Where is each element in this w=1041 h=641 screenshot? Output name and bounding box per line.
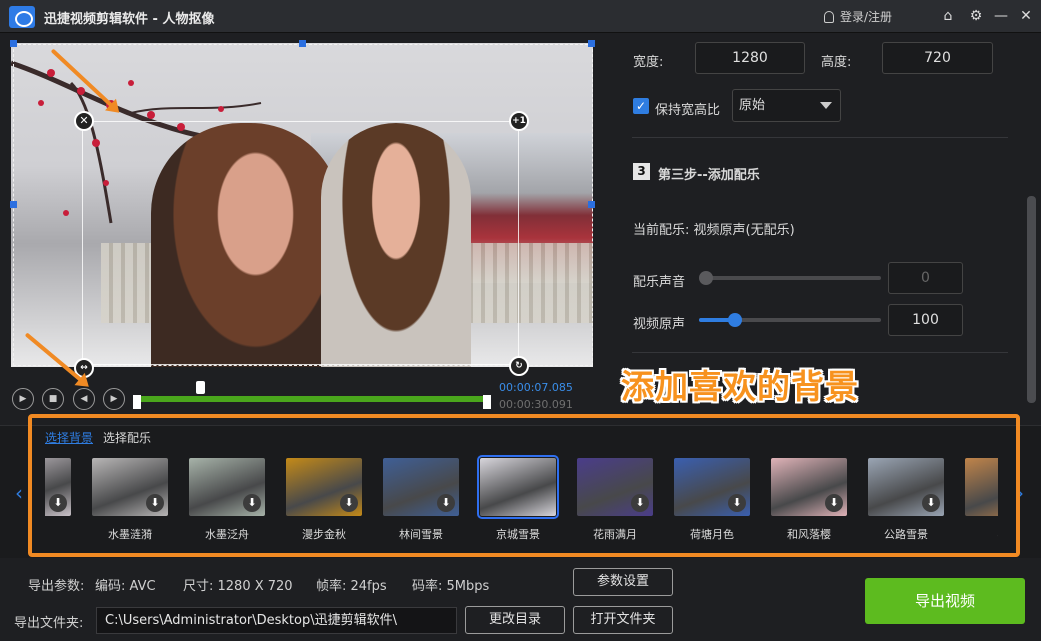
height-input[interactable]: 720 [882,42,993,74]
export-video-button[interactable]: 导出视频 [865,578,1025,624]
duplicate-layer-icon[interactable]: +1 [509,111,529,131]
export-params-label: 导出参数: [28,579,85,594]
resize-handle[interactable] [299,40,306,47]
current-time: 00:00:07.085 [499,381,573,394]
video-volume-knob[interactable] [728,313,743,327]
width-input[interactable]: 1280 [695,42,805,74]
trim-start-handle[interactable] [133,395,141,409]
music-volume-label: 配乐声音 [633,275,686,290]
remove-layer-icon[interactable]: ✕ [74,111,94,131]
title-bar: 迅捷视频剪辑软件 - 人物抠像 登录/注册 ⌂ ⚙ — ✕ [0,0,1041,33]
resize-handle[interactable] [10,201,17,208]
change-directory-button[interactable]: 更改目录 [465,606,565,634]
playhead[interactable] [196,381,205,394]
export-folder-label: 导出文件夹: [14,616,84,631]
bitrate-text: 码率: 5Mbps [412,579,490,594]
height-label: 高度: [821,55,852,70]
current-music-text: 当前配乐: 视频原声(无配乐) [633,223,795,238]
keep-ratio-checkbox[interactable]: ✓ [633,98,649,114]
app-window: 迅捷视频剪辑软件 - 人物抠像 登录/注册 ⌂ ⚙ — ✕ ✕ +1 ↔ ↻ ▶… [0,0,1041,641]
video-volume-label: 视频原声 [633,317,686,332]
fps-text: 帧率: 24fps [316,579,387,594]
window-title: 迅捷视频剪辑软件 - 人物抠像 [44,12,215,27]
panel-scrollbar[interactable] [1027,196,1036,403]
video-volume-input[interactable]: 100 [888,304,963,336]
rotate-icon[interactable]: ↻ [509,356,529,376]
home-icon[interactable]: ⌂ [938,6,958,26]
settings-icon[interactable]: ⚙ [966,6,986,26]
step3-title: 第三步--添加配乐 [658,168,760,183]
keep-ratio-label: 保持宽高比 [655,103,721,118]
scroll-left-icon[interactable]: ‹ [15,481,23,505]
prev-frame-button[interactable]: ◀ [73,388,95,410]
ratio-select[interactable]: 原始 [732,89,841,122]
step-number-badge: 3 [633,163,650,180]
chevron-down-icon [820,102,832,109]
open-folder-button[interactable]: 打开文件夹 [573,606,673,634]
play-button[interactable]: ▶ [12,388,34,410]
close-button[interactable]: ✕ [1016,6,1036,26]
login-label: 登录/注册 [840,10,893,24]
video-volume-slider[interactable] [699,313,881,327]
music-volume-knob[interactable] [699,271,713,285]
resize-handle[interactable] [588,40,595,47]
annotation-text: 添加喜欢的背景 [621,367,859,406]
minimize-button[interactable]: — [991,6,1011,26]
next-frame-button[interactable]: ▶ [103,388,125,410]
divider [632,137,1008,138]
app-logo-icon [9,6,35,28]
timeline-track[interactable] [139,396,485,402]
user-icon [824,11,834,23]
param-settings-button[interactable]: 参数设置 [573,568,673,596]
music-volume-input[interactable]: 0 [888,262,963,294]
trim-end-handle[interactable] [483,395,491,409]
music-volume-slider[interactable] [699,271,881,285]
codec-text: 编码: AVC [95,579,156,594]
resize-handle[interactable] [10,40,17,47]
person-selection-box[interactable] [82,121,519,365]
stop-button[interactable]: ■ [42,388,64,410]
login-link[interactable]: 登录/注册 [824,8,892,25]
export-folder-field[interactable]: C:\Users\Administrator\Desktop\迅捷剪辑软件\ [96,607,457,634]
size-text: 尺寸: 1280 X 720 [183,579,293,594]
total-time: 00:00:30.091 [499,398,573,411]
resize-handle[interactable] [588,201,595,208]
width-label: 宽度: [633,55,664,70]
ratio-select-value: 原始 [739,98,766,113]
highlight-frame [28,414,1020,557]
divider [632,352,1008,353]
